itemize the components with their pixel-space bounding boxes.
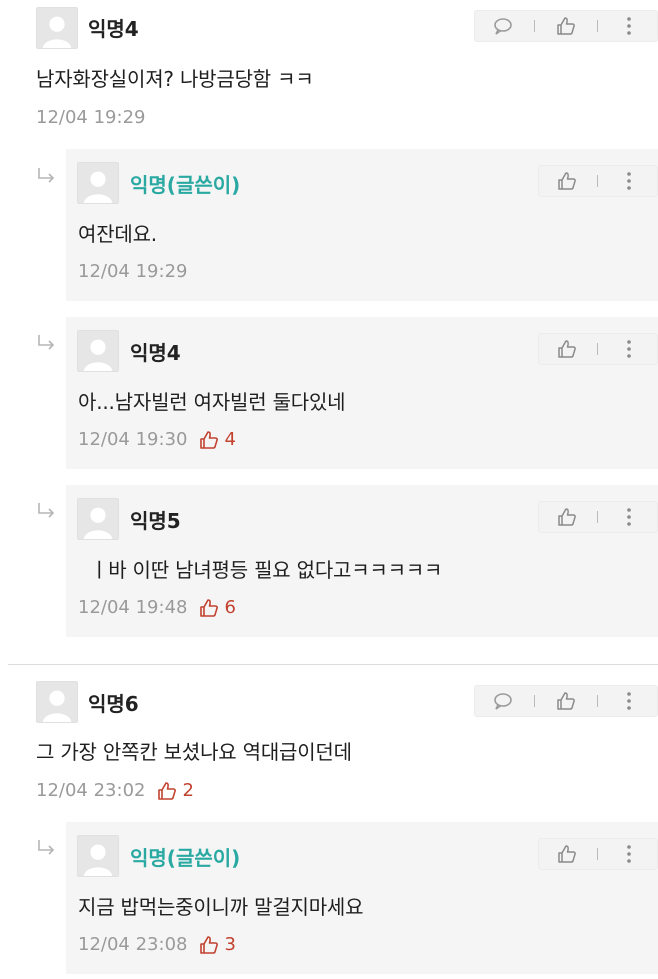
default-avatar-icon [78, 499, 118, 539]
like-button[interactable] [554, 168, 580, 194]
more-vertical-icon [627, 692, 631, 710]
divider [597, 175, 599, 187]
thumbs-up-icon [558, 340, 576, 358]
comment-meta: 12/04 19:48 6 [78, 597, 236, 618]
comment-icon [494, 693, 512, 710]
avatar [77, 162, 119, 204]
default-avatar-icon [78, 331, 118, 371]
comment-text: 남자화장실이져? 나방금당함 ㅋㅋ [36, 67, 314, 91]
thumbs-up-icon [558, 508, 576, 526]
comment-time: 12/04 23:08 [78, 934, 188, 955]
like-button[interactable] [554, 504, 580, 530]
comment-author[interactable]: 익명6 [88, 688, 139, 717]
like-count: 2 [157, 780, 194, 801]
comment-meta: 12/04 19:29 [78, 261, 187, 282]
like-count: 4 [199, 429, 236, 450]
divider [597, 511, 599, 523]
reply-arrow-icon [38, 168, 55, 183]
more-button[interactable] [616, 13, 642, 39]
avatar [36, 681, 78, 723]
default-avatar-icon [37, 682, 77, 722]
divider [534, 695, 535, 707]
divider [597, 20, 598, 32]
like-count-value: 6 [224, 597, 236, 618]
comment-time: 12/04 19:30 [78, 429, 188, 450]
comment-meta: 12/04 23:02 2 [36, 780, 194, 801]
comment-actions [474, 10, 658, 42]
comment-author[interactable]: 익명(글쓴이) [130, 842, 240, 871]
more-button[interactable] [616, 841, 642, 867]
divider [534, 20, 535, 32]
divider [597, 695, 598, 707]
default-avatar-icon [78, 163, 118, 203]
more-vertical-icon [627, 845, 631, 863]
comment-button[interactable] [490, 688, 516, 714]
comment-meta: 12/04 19:30 4 [78, 429, 236, 450]
like-count-value: 2 [182, 780, 194, 801]
reply-item: 익명(글쓴이) 지금 밥먹는중이니까 말걸지마세요 12/04 23:08 3 [66, 822, 658, 974]
more-button[interactable] [616, 168, 642, 194]
comment-actions [538, 838, 658, 870]
comment-actions [538, 501, 658, 533]
comment-actions [538, 165, 658, 197]
reply-item: 익명4 아...남자빌런 여자빌런 둘다있네 12/04 19:30 4 [66, 317, 658, 469]
more-vertical-icon [627, 340, 631, 358]
more-vertical-icon [627, 17, 631, 35]
comment-time: 12/04 23:02 [36, 780, 146, 801]
reply-item: 익명(글쓴이) 여잔데요. 12/04 19:29 [66, 149, 658, 301]
like-button[interactable] [554, 336, 580, 362]
comment-author[interactable]: 익명4 [88, 13, 139, 42]
reply-item: 익명5 ㅣ바 이딴 남녀평등 필요 없다고ㅋㅋㅋㅋㅋ 12/04 19:48 6 [66, 485, 658, 637]
comment-author[interactable]: 익명(글쓴이) [130, 169, 240, 198]
like-button[interactable] [553, 13, 579, 39]
thread-divider [8, 664, 658, 665]
comment-meta: 12/04 19:29 [36, 107, 145, 128]
thumbs-up-icon [557, 692, 575, 710]
comment-author[interactable]: 익명4 [130, 337, 181, 366]
reply-arrow-icon [38, 503, 55, 518]
comment-icon [494, 18, 512, 35]
thumbs-up-icon [200, 430, 219, 449]
comment-text: 아...남자빌런 여자빌런 둘다있네 [78, 390, 346, 414]
like-count-value: 4 [224, 429, 236, 450]
comment-actions [474, 685, 658, 717]
comment-meta: 12/04 23:08 3 [78, 934, 236, 955]
avatar [77, 330, 119, 372]
reply-arrow-icon [38, 840, 55, 855]
comment-text: 지금 밥먹는중이니까 말걸지마세요 [78, 895, 364, 919]
divider [597, 343, 599, 355]
comment-time: 12/04 19:29 [36, 107, 146, 128]
more-vertical-icon [627, 508, 631, 526]
avatar [77, 498, 119, 540]
comment-text: 여잔데요. [78, 222, 157, 246]
comment-text: 그 가장 안쪽칸 보셨나요 역대급이던데 [36, 740, 352, 764]
thumbs-up-icon [558, 845, 576, 863]
like-count-value: 3 [224, 934, 236, 955]
more-button[interactable] [616, 336, 642, 362]
thumbs-up-icon [558, 172, 576, 190]
like-button[interactable] [553, 688, 579, 714]
divider [597, 848, 599, 860]
default-avatar-icon [78, 836, 118, 876]
more-button[interactable] [616, 688, 642, 714]
comment-time: 12/04 19:29 [78, 261, 188, 282]
comment-text: ㅣ바 이딴 남녀평등 필요 없다고ㅋㅋㅋㅋㅋ [90, 558, 443, 582]
thumbs-up-icon [158, 781, 177, 800]
comment-author[interactable]: 익명5 [130, 505, 181, 534]
reply-arrow-icon [38, 335, 55, 350]
avatar [36, 7, 78, 49]
avatar [77, 835, 119, 877]
thumbs-up-icon [200, 935, 219, 954]
like-count: 6 [199, 597, 236, 618]
more-vertical-icon [627, 172, 631, 190]
comment-actions [538, 333, 658, 365]
default-avatar-icon [37, 8, 77, 48]
like-button[interactable] [554, 841, 580, 867]
like-count: 3 [199, 934, 236, 955]
more-button[interactable] [616, 504, 642, 530]
thumbs-up-icon [200, 598, 219, 617]
thumbs-up-icon [557, 17, 575, 35]
comment-time: 12/04 19:48 [78, 597, 188, 618]
comment-button[interactable] [490, 13, 516, 39]
